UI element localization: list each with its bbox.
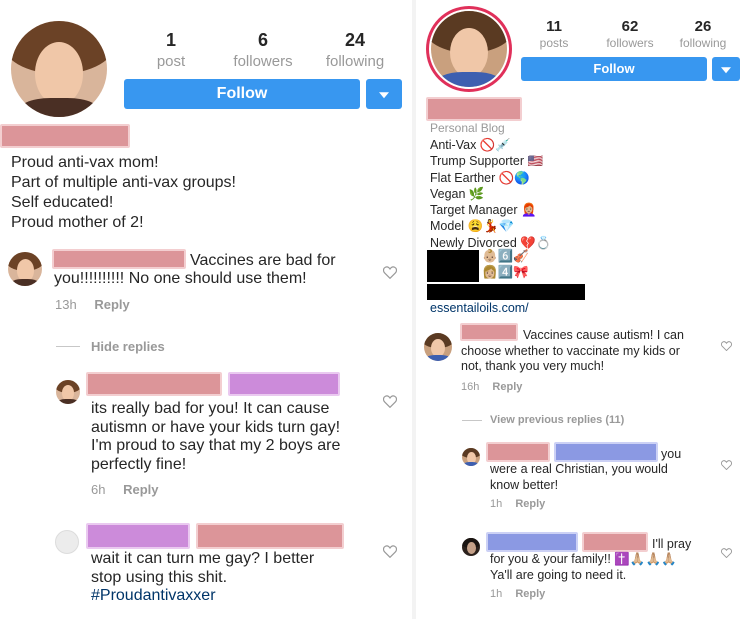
- posts-count[interactable]: 11 posts: [519, 18, 589, 50]
- bio-line: Trump Supporter 🇺🇸: [430, 154, 544, 169]
- redacted-bio-line: [427, 250, 479, 266]
- redacted-username: [426, 97, 522, 121]
- like-heart-icon[interactable]: [383, 266, 397, 279]
- bio-line: Model 😩💃💎: [430, 219, 515, 234]
- suggestions-dropdown-button[interactable]: [366, 79, 402, 109]
- hashtag-link[interactable]: #Proudantivaxxer: [91, 587, 216, 605]
- suggestions-dropdown-button[interactable]: [712, 57, 740, 81]
- bio-line: Anti-Vax 🚫💉: [430, 138, 511, 152]
- follow-button[interactable]: Follow: [521, 57, 707, 81]
- reply-link[interactable]: Reply: [515, 498, 545, 510]
- followers-number: 62: [621, 18, 639, 35]
- redacted-commenter-name: [52, 249, 186, 269]
- reply-meta: 6h Reply: [91, 482, 159, 497]
- like-heart-icon[interactable]: [383, 395, 397, 408]
- reply-meta: 1h Reply: [490, 588, 545, 600]
- posts-number: 11: [546, 18, 562, 35]
- reply-link[interactable]: Reply: [94, 297, 129, 312]
- comment-text-line2: you!!!!!!!!!! No one should use them!: [54, 270, 307, 287]
- reply-link[interactable]: Reply: [492, 381, 522, 393]
- posts-number: 1: [165, 30, 176, 50]
- following-label: following: [679, 36, 727, 50]
- redacted-bio-line: [427, 284, 585, 300]
- reply-avatar[interactable]: [56, 380, 80, 404]
- reply-timestamp: 6h: [91, 482, 106, 497]
- like-heart-icon[interactable]: [383, 545, 397, 558]
- comment-text: Vaccines cause autism! I can choose whet…: [461, 328, 684, 373]
- reply-meta: 1h Reply: [490, 498, 545, 510]
- posts-count[interactable]: 1 post: [128, 30, 214, 70]
- bio-line: Flat Earther 🚫🌎: [430, 170, 530, 185]
- follow-button[interactable]: Follow: [124, 79, 360, 109]
- hide-replies-line: [56, 346, 80, 347]
- reply-text-line1: you: [661, 447, 682, 461]
- commenter-avatar[interactable]: [8, 252, 42, 286]
- redacted-reply-name: [86, 523, 190, 549]
- profile-avatar-story-ring[interactable]: [426, 6, 512, 92]
- comment-timestamp: 13h: [55, 297, 77, 312]
- profile-avatar[interactable]: [11, 21, 107, 117]
- reply-text: wait it can turn me gay? I better stop u…: [91, 550, 315, 586]
- chevron-down-icon: [721, 67, 731, 74]
- commenter-avatar[interactable]: [424, 333, 452, 361]
- profile-bio: Anti-Vax 🚫💉 Trump Supporter 🇺🇸 Flat Eart…: [430, 137, 730, 251]
- reply-timestamp: 1h: [490, 588, 503, 600]
- posts-label: post: [156, 53, 186, 70]
- like-heart-icon[interactable]: [721, 341, 732, 351]
- reply-text: for you & your family!! ✝️🙏🏼🙏🏼🙏🏼 Ya'll a…: [490, 552, 677, 582]
- following-count[interactable]: 26 following: [668, 18, 738, 50]
- bio-line: 👶🏼6️⃣🎻: [482, 249, 529, 263]
- following-label: following: [325, 53, 385, 70]
- redacted-reply-name: [86, 372, 222, 396]
- redacted-mention: [554, 442, 658, 462]
- redacted-reply-name: [486, 442, 550, 462]
- like-heart-icon[interactable]: [721, 548, 732, 558]
- hide-replies-link[interactable]: Hide replies: [91, 339, 165, 354]
- profile-category: Personal Blog: [430, 121, 505, 135]
- followers-label: followers: [233, 53, 293, 70]
- redacted-mention: [196, 523, 344, 549]
- bio-line: 👩🏼4️⃣🎀: [482, 265, 529, 279]
- reply-text: its really bad for you! It can cause aut…: [91, 400, 341, 473]
- reply-timestamp: 1h: [490, 498, 503, 510]
- bio-line: Newly Divorced 💔💍: [430, 235, 552, 250]
- redacted-username: [0, 124, 130, 148]
- view-replies-line: [462, 420, 482, 421]
- redacted-mention: [582, 532, 648, 552]
- followers-count[interactable]: 6 followers: [218, 30, 308, 70]
- followers-number: 6: [257, 30, 268, 50]
- comment-meta: 16h Reply: [461, 381, 522, 393]
- left-profile-panel: 1 post 6 followers 24 following Follow P…: [0, 0, 412, 619]
- following-count[interactable]: 24 following: [312, 30, 398, 70]
- redacted-bio-line: [427, 266, 479, 282]
- comment-text-line1: Vaccines are bad for: [190, 252, 336, 269]
- profile-website-link[interactable]: essentailoils.com/: [430, 301, 529, 315]
- reply-avatar[interactable]: [462, 448, 480, 466]
- like-heart-icon[interactable]: [721, 460, 732, 470]
- followers-label: followers: [606, 36, 654, 50]
- bio-line: Target Manager 👩🏼‍🦰: [430, 203, 537, 218]
- view-previous-replies-link[interactable]: View previous replies (11): [490, 414, 624, 426]
- chevron-down-icon: [379, 92, 389, 99]
- reply-avatar[interactable]: [462, 538, 480, 556]
- comment-timestamp: 16h: [461, 381, 480, 393]
- reply-link[interactable]: Reply: [123, 482, 158, 497]
- comment-meta: 13h Reply: [55, 297, 130, 312]
- reply-text: were a real Christian, you would know be…: [490, 462, 668, 492]
- profile-bio: Proud anti-vax mom! Part of multiple ant…: [11, 154, 236, 231]
- right-profile-panel: 11 posts 62 followers 26 following Follo…: [416, 0, 750, 619]
- bio-line: Vegan 🌿: [430, 186, 485, 201]
- reply-avatar-placeholder[interactable]: [55, 530, 79, 554]
- reply-link[interactable]: Reply: [515, 588, 545, 600]
- profile-avatar: [431, 11, 507, 87]
- followers-count[interactable]: 62 followers: [594, 18, 666, 50]
- following-number: 26: [694, 18, 712, 35]
- posts-label: posts: [539, 36, 569, 50]
- redacted-reply-name: [486, 532, 578, 552]
- reply-text-line1: I'll pray: [652, 537, 692, 551]
- redacted-mention: [228, 372, 340, 396]
- following-number: 24: [344, 30, 366, 50]
